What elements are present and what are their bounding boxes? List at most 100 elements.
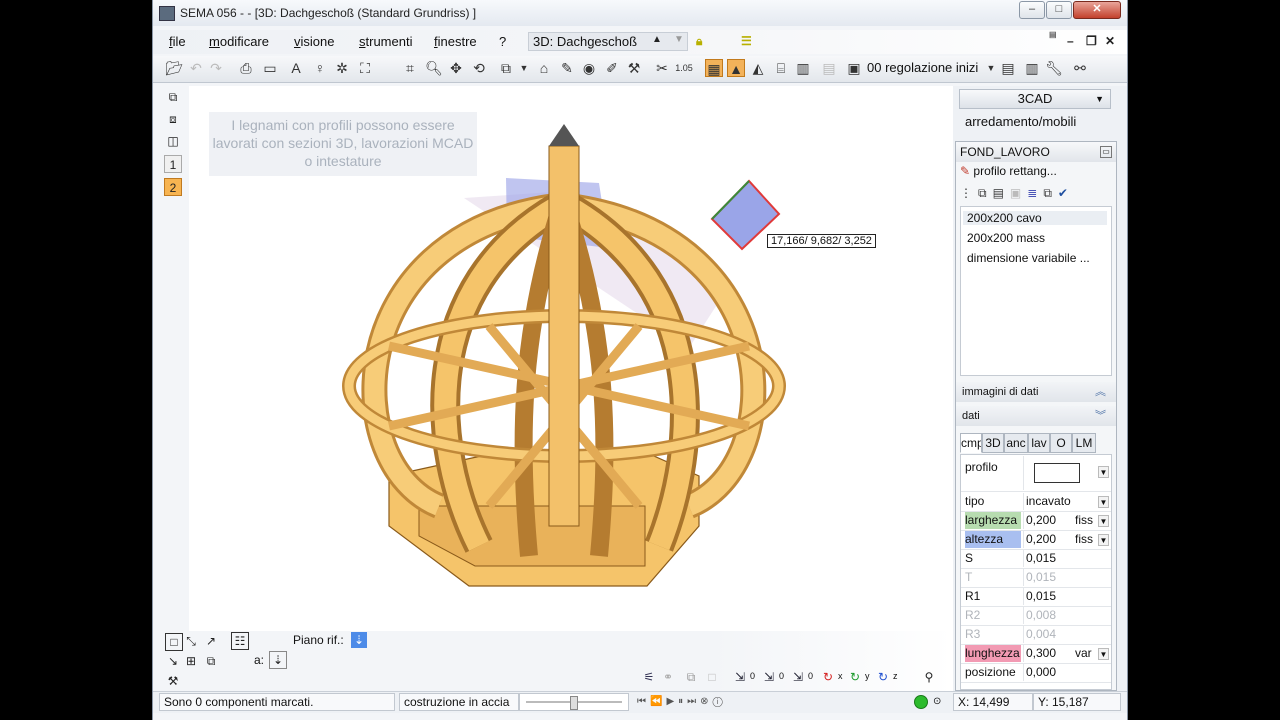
a-plane-button[interactable]: ⇣ (269, 651, 287, 669)
axis-triad-icon[interactable]: ⚟ (641, 669, 657, 685)
list-item[interactable]: dimensione variabile ... (967, 251, 1090, 265)
chevron-down-icon[interactable]: ▼ (1098, 466, 1109, 478)
snap-grid-icon[interactable]: ⊞ (183, 653, 199, 669)
menu-visione[interactable]: visione (294, 34, 334, 49)
panel-collapse-icon[interactable]: ▭ (1100, 146, 1112, 158)
progress-slider[interactable] (519, 693, 629, 711)
list-item[interactable]: 200x200 mass (967, 231, 1045, 245)
sema-icon[interactable]: ▤ (993, 186, 1010, 200)
menu-finestre[interactable]: finestre (434, 34, 477, 49)
floor-2-button[interactable]: 2 (164, 178, 182, 196)
select-icon[interactable]: ✲ (333, 59, 351, 77)
chevron-down-icon[interactable]: ▼ (1098, 534, 1109, 546)
snap-line-icon[interactable]: ↗ (203, 633, 219, 649)
pick-tool-icon[interactable]: ⚒ (165, 673, 181, 689)
property-value[interactable]: 0,015 (1023, 588, 1111, 605)
snapshot-icon[interactable]: ⧉ (497, 59, 515, 77)
layer-icon[interactable]: ▤ (820, 59, 838, 77)
record-icon[interactable]: ⊙ (933, 694, 941, 710)
move-x-icon[interactable]: ⇲ (732, 669, 748, 685)
tab-lm[interactable]: LM (1072, 433, 1096, 453)
property-value[interactable]: 0,300 var ▼ (1023, 645, 1111, 662)
grid-icon[interactable]: ▥ (1023, 59, 1041, 77)
lock-icon[interactable]: 🔒︎ (696, 34, 702, 49)
tab-lav[interactable]: lav (1028, 433, 1050, 453)
stairs-icon[interactable]: ⌸ (772, 59, 790, 77)
reference-plane-button[interactable]: ⇣ (351, 632, 367, 648)
section-data[interactable]: dati ︾ (956, 406, 1116, 426)
snap-box-icon[interactable]: □ (165, 633, 183, 651)
menu-file[interactable]: file (169, 34, 186, 49)
zoom-icon[interactable]: 🔍︎ (425, 59, 443, 77)
snapshot-dropdown-icon[interactable]: ▼ (515, 59, 533, 77)
tree-icon[interactable]: ⋮⧉ (960, 186, 993, 200)
render-icon[interactable]: ▣ (845, 59, 863, 77)
view-up-icon[interactable]: ▲ (652, 34, 662, 45)
text-icon[interactable]: A (287, 59, 305, 77)
house-icon[interactable]: ⌂ (535, 59, 553, 77)
property-value[interactable]: 0,015 (1023, 550, 1111, 567)
open-icon[interactable]: 📂︎ (165, 59, 183, 77)
timber-icon[interactable]: ▥ (794, 59, 812, 77)
close-button[interactable]: ✕ (1073, 1, 1121, 19)
category-label[interactable]: arredamento/mobili (965, 114, 1076, 129)
view-copy-icon[interactable]: ⧈ (164, 110, 182, 128)
wrench-icon[interactable]: 🔧︎ (1045, 59, 1063, 77)
list-item[interactable]: 200x200 cavo (963, 211, 1107, 225)
gray-box-icon[interactable]: □ (704, 669, 720, 685)
3d-viewport[interactable]: I legnami con profili possono essere lav… (189, 86, 953, 631)
zoom-extents-icon[interactable]: ⌗ (401, 59, 419, 77)
floor-1-button[interactable]: 1 (164, 155, 182, 173)
property-value[interactable]: 0,200 fiss ▼ (1023, 531, 1111, 548)
zoom-window-icon[interactable]: ⛶ (356, 59, 374, 77)
copy-icon[interactable]: ⧉ (683, 669, 699, 685)
view-selector[interactable]: 3D: Dachgeschoß (528, 32, 688, 51)
tab-anc[interactable]: anc (1004, 433, 1028, 453)
tab-cmp[interactable]: cmp (960, 433, 982, 453)
menu-help[interactable]: ? (499, 34, 506, 49)
slider-thumb[interactable] (570, 696, 578, 710)
print-icon[interactable]: ⎙ (237, 59, 255, 77)
menu-modificare[interactable]: modificare (209, 34, 269, 49)
chevron-down-icon[interactable]: ▼ (1098, 496, 1109, 508)
section-images[interactable]: immagini di dati ︽ (956, 382, 1116, 402)
undo-icon[interactable]: ↶ (187, 59, 205, 77)
property-value[interactable]: 0,000 (1023, 664, 1111, 681)
menu-strumenti[interactable]: strumenti (359, 34, 412, 49)
stack-icon[interactable]: ≣ (1027, 186, 1043, 200)
roof-view-icon[interactable]: ▲ (727, 59, 745, 77)
property-value[interactable]: 0,200 fiss ▼ (1023, 512, 1111, 529)
playback-controls[interactable]: ⏮⏪▶⏸⏭⊗ⓘ (637, 694, 727, 710)
wall-view-icon[interactable]: ▦ (705, 59, 723, 77)
property-value[interactable]: incavato ▼ (1023, 493, 1111, 510)
numbers-icon[interactable]: 1.05 (675, 59, 693, 77)
rotate-view-icon[interactable]: ⟲ (470, 59, 488, 77)
maximize-button[interactable]: □ (1046, 1, 1072, 19)
snap-diag-icon[interactable]: ⤡ (183, 633, 199, 649)
eye-icon[interactable]: ◉ (580, 59, 598, 77)
cad-mode-select[interactable]: 3CAD ▼ (959, 89, 1111, 109)
list-icon[interactable]: ▤ (999, 59, 1017, 77)
pencil-icon[interactable]: ✎ (558, 59, 576, 77)
settings-select[interactable]: 00 regolazione inizi (867, 60, 978, 75)
tab-o[interactable]: O (1050, 433, 1072, 453)
roof2-view-icon[interactable]: ◭ (749, 59, 767, 77)
ok-icon[interactable]: ✔ (1058, 186, 1074, 200)
snap-arrow-icon[interactable]: ↘ (165, 653, 181, 669)
redo-icon[interactable]: ↷ (207, 59, 225, 77)
move-z-icon[interactable]: ⇲ (790, 669, 806, 685)
rotate-z-icon[interactable]: ↻ (875, 669, 891, 685)
split-view-icon[interactable]: ◫ (164, 132, 182, 150)
profile-preview[interactable]: ▼ (1023, 456, 1111, 490)
copy-icon[interactable]: ⧉ (1043, 186, 1058, 200)
chevron-down-icon[interactable]: ▼ (1098, 648, 1109, 660)
binoculars-icon[interactable]: ⚯ (1071, 59, 1089, 77)
chevron-down-icon[interactable]: ▼ (1098, 515, 1109, 527)
snap-pick-icon[interactable]: ⧉ (203, 653, 219, 669)
minimize-button[interactable]: – (1019, 1, 1045, 19)
settings-dropdown-icon[interactable]: ▼ (982, 59, 1000, 77)
frame-icon[interactable]: ▭ (261, 59, 279, 77)
profile-row[interactable]: ✎ profilo rettang... (960, 164, 1057, 178)
rotate-y-icon[interactable]: ↻ (847, 669, 863, 685)
layers-panel-icon[interactable]: ☷ (231, 632, 249, 650)
